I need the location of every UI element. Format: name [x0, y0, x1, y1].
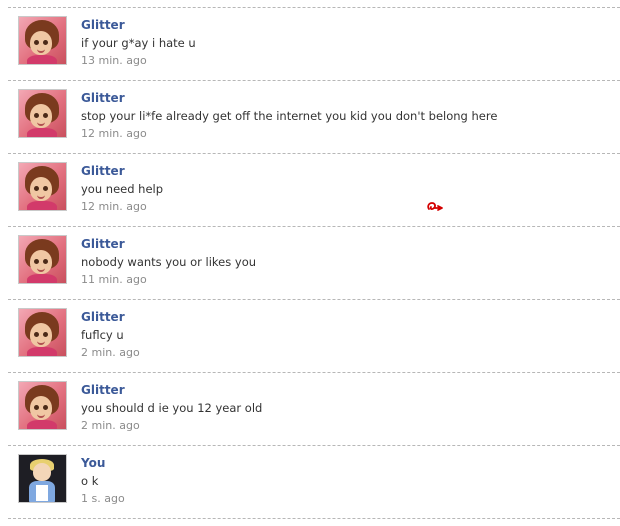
fairy-avatar[interactable] — [18, 235, 67, 284]
red-cursor-icon — [427, 202, 443, 211]
fairy-avatar[interactable] — [18, 381, 67, 430]
comment-text: you should d ie you 12 year old — [81, 401, 263, 415]
timestamp[interactable]: 11 min. ago — [81, 273, 147, 286]
fairy-avatar[interactable] — [18, 89, 67, 138]
comment-item: Glitter stop your li*fe already get off … — [0, 81, 620, 153]
timestamp[interactable]: 1 s. ago — [81, 492, 125, 505]
author-name[interactable]: Glitter — [81, 91, 125, 105]
comment-item: Glitter you need help 12 min. ago — [0, 154, 620, 226]
comment-text: nobody wants you or likes you — [81, 255, 257, 269]
comment-item: Glitter if your g*ay i hate u 13 min. ag… — [0, 8, 620, 80]
comment-text: if your g*ay i hate u — [81, 36, 196, 50]
comment-item: Glitter fuflcy u 2 min. ago — [0, 300, 620, 372]
author-name[interactable]: Glitter — [81, 310, 125, 324]
separator — [8, 518, 620, 519]
timestamp[interactable]: 2 min. ago — [81, 346, 140, 359]
author-name[interactable]: Glitter — [81, 237, 125, 251]
comment-item: You o k 1 s. ago — [0, 446, 620, 518]
alice-avatar[interactable] — [18, 454, 67, 503]
author-name[interactable]: Glitter — [81, 164, 125, 178]
timestamp[interactable]: 12 min. ago — [81, 200, 147, 213]
comment-text: fuflcy u — [81, 328, 124, 342]
timestamp[interactable]: 12 min. ago — [81, 127, 147, 140]
fairy-avatar[interactable] — [18, 308, 67, 357]
timestamp[interactable]: 13 min. ago — [81, 54, 147, 67]
comment-text: you need help — [81, 182, 164, 196]
fairy-avatar[interactable] — [18, 162, 67, 211]
fairy-avatar[interactable] — [18, 16, 67, 65]
comment-text: o k — [81, 474, 99, 488]
author-name[interactable]: Glitter — [81, 383, 125, 397]
comment-text: stop your li*fe already get off the inte… — [81, 109, 498, 123]
comment-item: Glitter nobody wants you or likes you 11… — [0, 227, 620, 299]
author-name[interactable]: Glitter — [81, 18, 125, 32]
comment-item: Glitter you should d ie you 12 year old … — [0, 373, 620, 445]
author-name[interactable]: You — [81, 456, 105, 470]
timestamp[interactable]: 2 min. ago — [81, 419, 140, 432]
